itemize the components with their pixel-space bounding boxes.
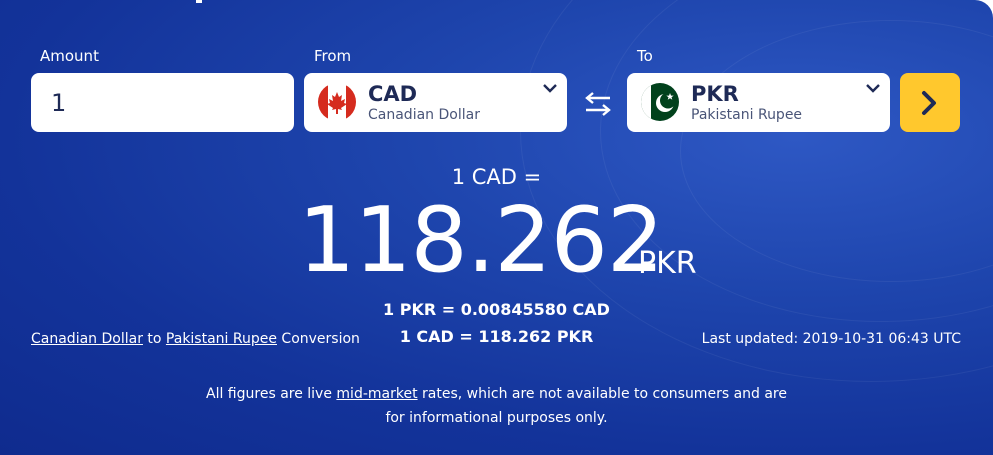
to-currency-link[interactable]: Pakistani Rupee xyxy=(166,331,277,347)
chevron-right-icon xyxy=(922,91,936,115)
result-value: 118.262 xyxy=(298,188,664,293)
to-currency-name: Pakistani Rupee xyxy=(691,107,803,123)
disclaimer-text: All figures are live xyxy=(206,386,337,402)
disclaimer-text: rates, which are not available to consum… xyxy=(385,386,787,426)
disclaimer: All figures are live mid-market rates, w… xyxy=(200,382,793,430)
inverse-rate: 1 PKR = 0.00845580 CAD xyxy=(383,300,610,319)
from-label: From xyxy=(314,47,352,65)
result-prefix: 1 CAD = xyxy=(451,165,542,189)
from-currency-name: Canadian Dollar xyxy=(368,107,480,123)
canada-flag-icon xyxy=(318,83,356,121)
to-currency-select[interactable]: PKR Pakistani Rupee xyxy=(627,73,890,132)
from-currency-link[interactable]: Canadian Dollar xyxy=(31,331,143,347)
last-updated: Last updated: 2019-10-31 06:43 UTC xyxy=(701,331,961,347)
amount-input[interactable] xyxy=(31,73,294,132)
mid-market-link[interactable]: mid-market xyxy=(336,386,417,402)
chevron-down-icon xyxy=(866,84,880,93)
to-currency-code: PKR xyxy=(691,82,739,106)
from-currency-select[interactable]: CAD Canadian Dollar xyxy=(304,73,567,132)
conversion-joiner: to xyxy=(142,331,166,347)
converter-panel: Amount From To CAD Canadian Dollar xyxy=(0,0,993,455)
convert-button[interactable] xyxy=(900,73,960,132)
amount-label: Amount xyxy=(40,47,99,65)
from-currency-code: CAD xyxy=(368,82,418,106)
result-currency: PKR xyxy=(638,246,697,281)
conversion-suffix: Conversion xyxy=(276,331,360,347)
chevron-down-icon xyxy=(543,84,557,93)
to-label: To xyxy=(637,47,653,65)
conversion-description: Canadian Dollar to Pakistani Rupee Conve… xyxy=(31,331,360,347)
header-fragment xyxy=(196,0,202,3)
swap-arrows-icon[interactable] xyxy=(583,89,613,119)
pakistan-flag-icon xyxy=(641,83,679,121)
